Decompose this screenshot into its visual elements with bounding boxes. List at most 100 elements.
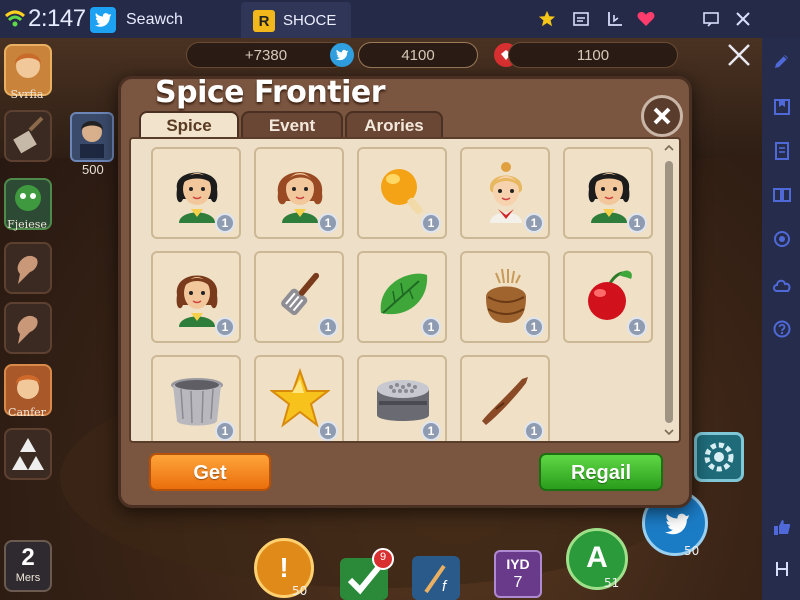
brush-tool-icon[interactable]: f (412, 556, 460, 600)
item-grid-panel: 1 1 1 1 1 1 1 1 1 1 1 1 1 1 (129, 137, 681, 443)
item-cell[interactable]: 1 (254, 147, 344, 239)
record-icon[interactable] (771, 228, 793, 250)
item-cell[interactable]: 1 (357, 355, 447, 441)
woman-auburn-hair-icon (277, 172, 323, 223)
basket-icon (486, 268, 526, 323)
mers-label: Mers (15, 572, 41, 584)
scroll-up-icon[interactable] (663, 143, 675, 155)
item-count-badge: 1 (421, 213, 441, 233)
tab-event[interactable]: Event (241, 111, 343, 139)
get-button[interactable]: Get (149, 453, 271, 491)
item-cell[interactable]: 1 (151, 147, 241, 239)
modal-close-button[interactable] (641, 95, 683, 137)
game-close-icon[interactable] (724, 42, 754, 72)
help-icon[interactable] (771, 318, 793, 340)
item-cell[interactable]: 1 (357, 147, 447, 239)
woman-black-hair-icon (176, 172, 218, 223)
left-item-drumstick-2[interactable] (4, 302, 52, 354)
item-count-badge: 1 (627, 317, 647, 337)
tab-arories[interactable]: Arories (345, 111, 443, 139)
currency-center: 4100 (358, 42, 478, 68)
left-item-mers[interactable]: 2 Mers (4, 540, 52, 592)
left-item-label: Svrfia (10, 88, 44, 101)
item-cell[interactable]: 1 (151, 355, 241, 441)
item-count-badge: 1 (421, 421, 441, 441)
avatar-count: 500 (82, 162, 104, 177)
currency-left: +7380 (186, 42, 346, 68)
leaf-icon (380, 273, 428, 315)
pen-icon[interactable] (771, 50, 793, 72)
heart-icon[interactable] (636, 9, 656, 29)
cloud-icon[interactable] (771, 274, 793, 296)
left-item-label: Fjeiese (7, 218, 47, 231)
iyd-number: 7 (513, 574, 523, 591)
emulator-sidebar (762, 38, 800, 600)
notification-count: 9 (379, 551, 387, 563)
item-cell[interactable]: 1 (563, 147, 653, 239)
a-label: A (586, 541, 608, 574)
left-item-drumstick[interactable] (4, 242, 52, 294)
currency-right-value: 1100 (576, 46, 610, 64)
app-tab-logo-icon: R (253, 10, 275, 32)
item-count-badge: 1 (215, 317, 235, 337)
chat-icon[interactable] (701, 9, 721, 29)
picture-icon[interactable] (571, 9, 591, 29)
spatula-icon (281, 272, 320, 316)
chart-icon[interactable] (605, 9, 625, 29)
dock-icon[interactable] (771, 558, 793, 580)
twitter-icon[interactable] (90, 7, 116, 33)
svg-text:!: ! (279, 552, 288, 583)
wifi-icon (5, 10, 25, 27)
item-grid-scrollbar[interactable] (663, 143, 675, 439)
tin-icon (377, 380, 429, 421)
item-cell[interactable]: 1 (357, 251, 447, 343)
item-count-badge: 1 (524, 421, 544, 441)
item-count-badge: 1 (524, 317, 544, 337)
scroll-thumb[interactable] (665, 161, 673, 423)
star-icon[interactable] (537, 9, 557, 29)
tab-spice[interactable]: Spice (139, 111, 239, 139)
app-tab[interactable]: R SHOCE (241, 2, 351, 38)
item-count-badge: 1 (318, 317, 338, 337)
split-view-icon[interactable] (771, 184, 793, 206)
cherry-icon (588, 270, 632, 320)
app-tab-label: SHOCE (283, 12, 337, 29)
search-label[interactable]: Seawch (126, 11, 183, 29)
item-count-badge: 1 (318, 421, 338, 441)
currency-right: 1100 (508, 42, 678, 68)
currency-center-value: 4100 (401, 46, 435, 64)
item-cell[interactable]: 1 (254, 251, 344, 343)
item-cell[interactable]: 1 (460, 147, 550, 239)
share-count: 50 (684, 544, 700, 558)
item-count-badge: 1 (215, 213, 235, 233)
item-cell[interactable]: 1 (563, 251, 653, 343)
scroll-down-icon[interactable] (663, 427, 675, 439)
close-icon[interactable] (733, 9, 753, 29)
bookmark-icon[interactable] (771, 96, 793, 118)
item-cell[interactable]: 1 (460, 251, 550, 343)
left-item-shapes[interactable] (4, 428, 52, 480)
system-top-bar: 2:147 Seawch R SHOCE (0, 0, 800, 38)
item-cell[interactable]: 1 (151, 251, 241, 343)
iyd-label: IYD (506, 556, 530, 572)
settings-gear-icon[interactable] (694, 432, 744, 482)
item-count-badge: 1 (627, 213, 647, 233)
a-count: 51 (604, 576, 620, 590)
item-cell[interactable]: 1 (254, 355, 344, 441)
avatar[interactable] (70, 112, 114, 162)
iyd-item[interactable]: IYD 7 (494, 550, 542, 598)
stick-icon (482, 377, 528, 425)
chef-woman-icon (489, 162, 523, 223)
document-icon[interactable] (771, 140, 793, 162)
mers-number: 2 (21, 544, 35, 571)
thumbs-up-icon[interactable] (771, 516, 793, 538)
modal-title: Spice Frontier (155, 75, 386, 110)
inventory-modal: Spice Frontier Spice Event Arories 1 1 1… (118, 75, 692, 508)
hint-count: 50 (292, 584, 308, 598)
item-cell[interactable]: 1 (460, 355, 550, 441)
left-item-brush[interactable] (4, 110, 52, 162)
twitter-currency-icon (330, 43, 354, 67)
woman-black-hair-icon (588, 172, 630, 223)
regail-button[interactable]: Regail (539, 453, 663, 491)
item-count-badge: 1 (318, 213, 338, 233)
